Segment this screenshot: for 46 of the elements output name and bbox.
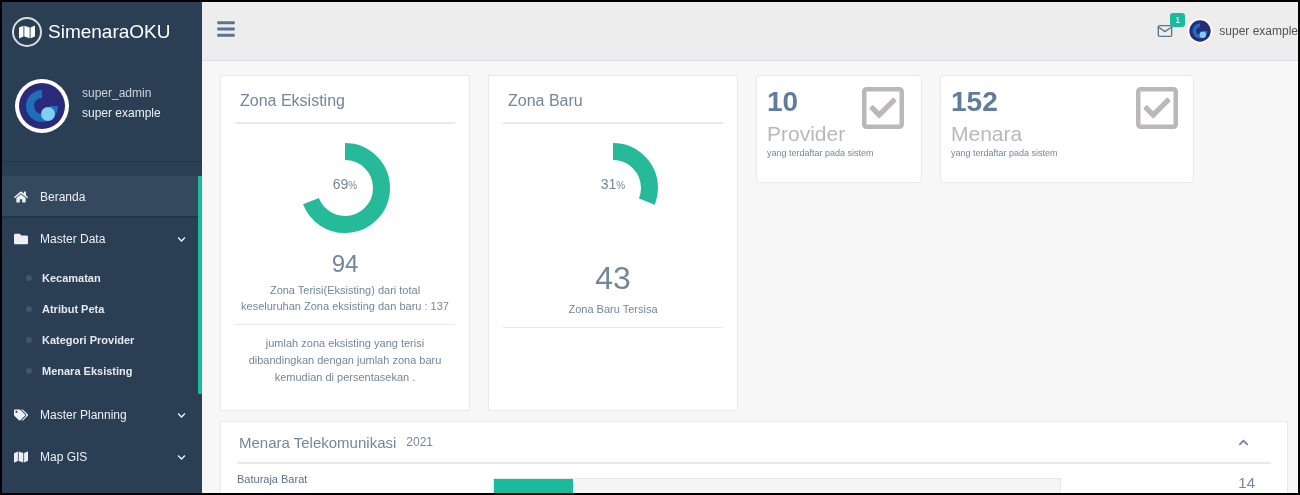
avatar	[14, 78, 70, 134]
gauge-value: 43	[595, 260, 631, 297]
gauge-percent: 69%	[331, 176, 359, 192]
gauge-value: 94	[331, 250, 359, 278]
folder-icon	[14, 232, 28, 246]
user-role: super_admin	[82, 86, 153, 100]
home-icon	[14, 190, 28, 204]
menu-icon[interactable]	[216, 18, 236, 39]
submenu-item[interactable]: Kecamatan	[2, 262, 198, 293]
gauge-caption: Zona Baru Tersisa	[503, 301, 723, 328]
gauge-note: jumlah zona eksisting yang terisi dibandingkan dengan jumlah zona baru kemudian di persentasekan .	[247, 336, 443, 385]
gauge-percent: 31%	[599, 176, 627, 192]
chevron-icon	[177, 452, 186, 462]
user-avatar	[1187, 18, 1214, 44]
panel-title: Menara Telekomunikasi	[239, 433, 397, 451]
bar-label: Baturaja Barat	[237, 473, 309, 485]
sidebar-item[interactable]: Beranda	[2, 176, 202, 218]
submenu-item[interactable]: Atribut Peta	[2, 293, 198, 324]
card-title: Zona Baru	[503, 88, 723, 124]
user-name: super example	[82, 106, 161, 120]
stat-label: Provider	[767, 122, 847, 146]
sidebar-item[interactable]: Master Planning	[2, 394, 202, 436]
user-menu[interactable]: super example	[1219, 24, 1298, 38]
stat-count: 152	[951, 86, 998, 118]
card-title: Zona Eksisting	[235, 88, 455, 124]
chevron-icon	[177, 410, 186, 420]
notification-badge: 1	[1170, 13, 1186, 27]
tags-icon	[14, 408, 28, 422]
stat-caption: yang terdaftar pada sistem	[951, 148, 1059, 158]
submenu-item[interactable]: Kategori Provider	[2, 324, 198, 355]
panel-year: 2021	[406, 435, 433, 449]
mail-icon[interactable]	[1157, 23, 1174, 39]
submenu-item[interactable]: Menara Eksisting	[2, 355, 198, 386]
sidebar-item[interactable]: Master Data	[2, 218, 202, 260]
checkbox-icon	[1133, 84, 1181, 132]
bar-value: 14	[1237, 473, 1255, 491]
map-icon	[12, 17, 42, 47]
map-icon	[14, 450, 28, 464]
checkbox-icon	[859, 84, 907, 132]
chevron-icon	[177, 234, 186, 244]
gauge-caption: Zona Terisi(Eksisting) dari total keseluruhan Zona eksisting dan baru : 137	[235, 282, 455, 325]
stat-count: 10	[767, 86, 799, 118]
stat-label: Menara	[951, 122, 1024, 146]
app-title: SimenaraOKU	[48, 21, 171, 43]
sidebar-item[interactable]: Map GIS	[2, 436, 202, 478]
stat-caption: yang terdaftar pada sistem	[767, 148, 875, 158]
